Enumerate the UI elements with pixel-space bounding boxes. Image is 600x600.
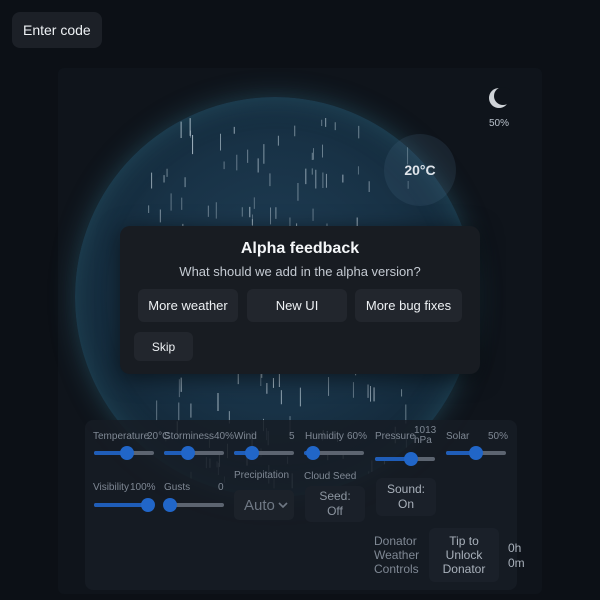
precipitation-select[interactable]: Auto <box>234 490 294 520</box>
chevron-down-icon <box>278 502 288 509</box>
visibility-value-text: 100% <box>130 482 156 493</box>
alpha-feedback-dialog: Alpha feedback What should we add in the… <box>120 226 480 374</box>
moon-phase: 50% <box>482 86 516 129</box>
solar-value-text: 50% <box>488 431 509 442</box>
storminess-slider[interactable] <box>164 445 224 461</box>
slider-thumb[interactable] <box>404 452 418 466</box>
humidity-label: Humidity <box>305 431 344 442</box>
option-more-bug-fixes-button[interactable]: More bug fixes <box>355 289 462 322</box>
slider-thumb[interactable] <box>306 446 320 460</box>
enter-code-button[interactable]: Enter code <box>12 12 102 48</box>
tip-button-label: Tip to Unlock Donator <box>442 534 486 576</box>
cloud-seed-label: Cloud Seed <box>304 471 357 482</box>
temperature-value: 20°C <box>404 162 436 178</box>
solar-slider[interactable] <box>446 445 506 461</box>
wind-slider[interactable] <box>234 445 294 461</box>
slider-thumb[interactable] <box>469 446 483 460</box>
pressure-slider[interactable] <box>375 451 435 467</box>
visibility-slider[interactable] <box>94 497 155 513</box>
dialog-title: Alpha feedback <box>240 240 360 257</box>
wind-value-text: 5 <box>289 431 295 442</box>
precipitation-selected: Auto <box>244 496 275 514</box>
temperature-label: Temperature <box>93 431 150 442</box>
option-new-ui-button[interactable]: New UI <box>247 289 347 322</box>
cloud-seed-button-label: Seed: Off <box>319 489 351 518</box>
sound-button-label: Sound: On <box>386 482 426 511</box>
slider-thumb[interactable] <box>181 446 195 460</box>
slider-thumb[interactable] <box>120 446 134 460</box>
slider-thumb[interactable] <box>141 498 155 512</box>
temperature-display: 20°C <box>384 134 456 206</box>
slider-thumb[interactable] <box>163 498 177 512</box>
gusts-label: Gusts <box>164 482 191 493</box>
wind-label: Wind <box>234 431 257 442</box>
gusts-slider[interactable] <box>163 497 224 513</box>
moon-icon <box>489 87 511 108</box>
storminess-value-text: 40% <box>214 431 235 442</box>
sound-toggle-button[interactable]: Sound: On <box>376 478 436 516</box>
slider-thumb[interactable] <box>245 446 259 460</box>
humidity-value-text: 60% <box>347 431 368 442</box>
tip-to-unlock-button[interactable]: Tip to Unlock Donator <box>429 528 499 582</box>
storminess-label: Storminess <box>164 431 215 442</box>
gusts-value-text: 0 <box>218 482 224 493</box>
moon-percent: 50% <box>488 118 509 129</box>
temperature-slider[interactable] <box>94 445 154 461</box>
donator-controls-label: Donator Weather Controls <box>374 534 420 576</box>
cloud-seed-button[interactable]: Seed: Off <box>305 486 365 522</box>
precipitation-label: Precipitation <box>234 470 290 481</box>
solar-label: Solar <box>446 431 470 442</box>
pressure-value-text: 1013 hPa <box>414 425 437 446</box>
skip-button[interactable]: Skip <box>134 332 193 361</box>
visibility-label: Visibility <box>93 482 129 493</box>
pressure-label: Pressure <box>375 431 416 442</box>
donator-timer: 0h 0m <box>508 541 525 570</box>
dialog-question: What should we add in the alpha version? <box>179 264 421 279</box>
option-more-weather-button[interactable]: More weather <box>138 289 238 322</box>
humidity-slider[interactable] <box>304 445 364 461</box>
